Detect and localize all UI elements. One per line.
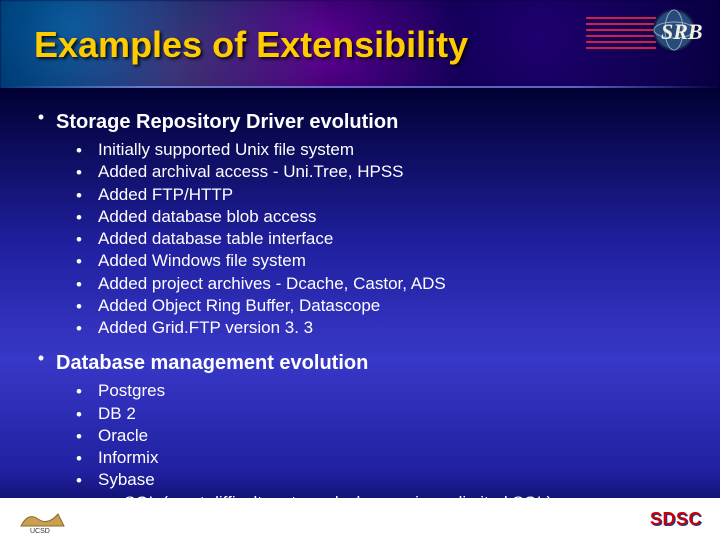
list-item: • Oracle: [74, 425, 700, 447]
bullet-icon: •: [74, 251, 84, 272]
item-text: Informix: [98, 447, 158, 468]
bullet-icon: •: [74, 470, 84, 491]
item-text: Added database table interface: [98, 228, 333, 249]
bullet-icon: •: [74, 274, 84, 295]
header-divider: [0, 86, 720, 88]
section-items: • Postgres • DB 2 • Oracle • Informix • Sybas…: [36, 380, 700, 514]
list-item: • Added database blob access: [74, 206, 700, 228]
item-text: Added database blob access: [98, 206, 316, 227]
list-item: • Added Grid.FTP version 3. 3: [74, 317, 700, 339]
bullet-icon: •: [36, 106, 46, 129]
list-item: • Added Object Ring Buffer, Datascope: [74, 295, 700, 317]
bullet-icon: •: [74, 185, 84, 206]
item-text: Initially supported Unix file system: [98, 139, 354, 160]
item-text: Added project archives - Dcache, Castor,…: [98, 273, 446, 294]
list-item: • Added archival access - Uni.Tree, HPSS: [74, 161, 700, 183]
item-text: Added archival access - Uni.Tree, HPSS: [98, 161, 404, 182]
srb-logo-text: SRB: [661, 19, 703, 44]
item-text: Oracle: [98, 425, 148, 446]
list-item: • Postgres: [74, 380, 700, 402]
item-text: Added Windows file system: [98, 250, 306, 271]
item-text: Added Object Ring Buffer, Datascope: [98, 295, 380, 316]
section-items: • Initially supported Unix file system • A…: [36, 139, 700, 339]
slide-header: Examples of Extensibility SRB: [0, 0, 720, 90]
sdsc-logo-text: SDSC: [650, 509, 702, 530]
bullet-icon: •: [74, 318, 84, 339]
list-item: • Added Windows file system: [74, 250, 700, 272]
bullet-icon: •: [74, 296, 84, 317]
srb-logo-icon: SRB: [586, 6, 706, 60]
slide-content: • Storage Repository Driver evolution • I…: [0, 90, 720, 514]
item-text: Added FTP/HTTP: [98, 184, 233, 205]
item-text: Postgres: [98, 380, 165, 401]
slide-footer: UCSD SDSC: [0, 498, 720, 540]
bullet-icon: •: [74, 448, 84, 469]
list-item: • DB 2: [74, 403, 700, 425]
section-heading: Database management evolution: [56, 351, 368, 376]
bullet-icon: •: [74, 207, 84, 228]
list-item: • Initially supported Unix file system: [74, 139, 700, 161]
item-text: Sybase: [98, 469, 155, 490]
list-item: • Informix: [74, 447, 700, 469]
list-item: • Added database table interface: [74, 228, 700, 250]
bullet-icon: •: [74, 162, 84, 183]
bullet-icon: •: [36, 347, 46, 370]
item-text: DB 2: [98, 403, 136, 424]
bullet-icon: •: [74, 229, 84, 250]
bullet-icon: •: [74, 426, 84, 447]
section-row: • Database management evolution: [36, 345, 700, 380]
slide-title: Examples of Extensibility: [34, 24, 468, 66]
svg-text:UCSD: UCSD: [30, 528, 50, 534]
ucsd-logo-icon: UCSD: [18, 504, 68, 534]
list-item: • Added FTP/HTTP: [74, 184, 700, 206]
list-item: • Sybase: [74, 469, 700, 491]
bullet-icon: •: [74, 140, 84, 161]
item-text: Added Grid.FTP version 3. 3: [98, 317, 313, 338]
section-heading: Storage Repository Driver evolution: [56, 110, 398, 135]
section-row: • Storage Repository Driver evolution: [36, 104, 700, 139]
bullet-icon: •: [74, 381, 84, 402]
bullet-icon: •: [74, 404, 84, 425]
list-item: • Added project archives - Dcache, Castor…: [74, 273, 700, 295]
